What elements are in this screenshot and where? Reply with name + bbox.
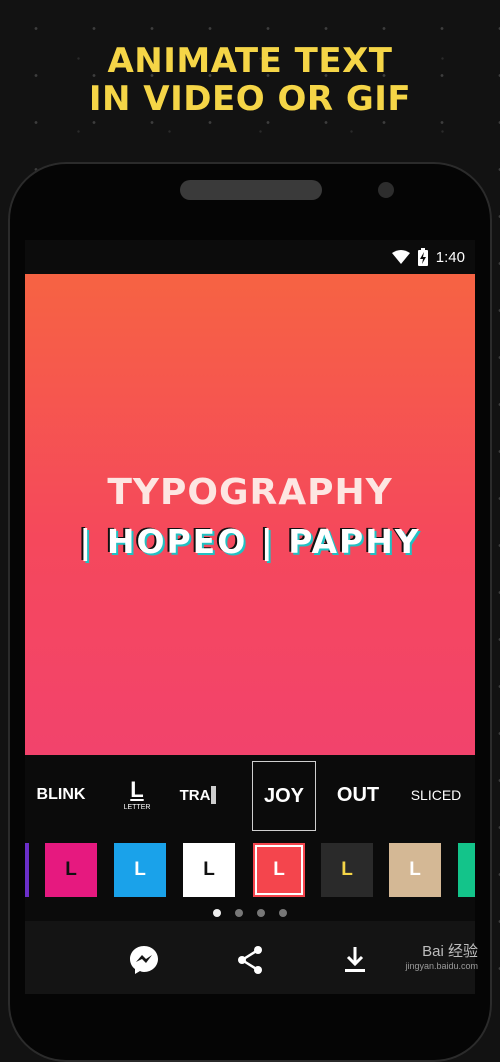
page-dot[interactable] (279, 909, 287, 917)
battery-charging-icon (417, 248, 428, 266)
effect-sublabel: LETTER (123, 804, 151, 811)
style-swatch-selected[interactable]: L (253, 843, 305, 897)
page-dot[interactable] (235, 909, 243, 917)
style-swatch[interactable]: L (389, 843, 441, 897)
swatch-label: L (341, 859, 353, 880)
effect-label: BLINK (36, 786, 86, 803)
page-dot-active[interactable] (213, 909, 221, 917)
style-swatch[interactable] (458, 843, 475, 897)
style-swatches: L L L L L L (25, 835, 475, 907)
effects-strip: BLINK L LETTER TRA JOY OUT SLICED (25, 755, 475, 835)
effect-letter[interactable]: L LETTER (113, 761, 161, 829)
headline-line-2: IN VIDEO OR GIF (88, 79, 412, 119)
page-dot[interactable] (257, 909, 265, 917)
watermark-url: jingyan.baidu.com (405, 961, 478, 971)
style-swatch[interactable] (25, 843, 29, 897)
download-icon[interactable] (338, 943, 372, 977)
phone-speaker (180, 180, 322, 200)
effect-label: L (130, 777, 144, 802)
style-swatch[interactable]: L (183, 843, 235, 897)
preview-title-text: TYPOGRAPHY (107, 472, 393, 513)
phone-camera (378, 182, 394, 198)
effect-blink[interactable]: BLINK (29, 761, 93, 829)
watermark-brand: Bai 经验 (422, 943, 478, 960)
messenger-icon[interactable] (127, 943, 161, 977)
promo-headline: ANIMATE TEXT IN VIDEO OR GIF (0, 42, 500, 118)
wifi-icon (391, 250, 410, 264)
effect-trace[interactable]: TRA (173, 761, 223, 829)
style-swatch[interactable]: L (114, 843, 166, 897)
effect-out[interactable]: OUT (328, 761, 388, 829)
baidu-watermark: Bai 经验 jingyan.baidu.com (405, 940, 478, 971)
preview-canvas[interactable]: TYPOGRAPHY | HOPEO | PAPHY (25, 274, 475, 755)
share-icon[interactable] (233, 943, 267, 977)
status-time: 1:40 (435, 248, 465, 266)
swatch-label: L (409, 859, 421, 880)
effect-label: TRA (179, 786, 211, 804)
swatch-label: L (65, 859, 77, 880)
effect-sliced[interactable]: SLICED (401, 761, 471, 829)
swatch-label: L (273, 859, 285, 880)
style-swatch[interactable]: L (321, 843, 373, 897)
style-swatch[interactable]: L (45, 843, 97, 897)
swatch-label: L (203, 859, 215, 880)
trace-cursor-icon (211, 786, 217, 804)
status-bar: 1:40 (25, 240, 475, 274)
page-indicator (25, 907, 475, 921)
effect-joy[interactable]: JOY (252, 761, 316, 831)
effect-label: SLICED (410, 787, 462, 803)
effect-label: OUT (336, 783, 380, 806)
preview-animated-text: | HOPEO | PAPHY (79, 522, 421, 561)
swatch-label: L (134, 859, 146, 880)
headline-line-1: ANIMATE TEXT (107, 41, 393, 81)
effect-label: JOY (263, 784, 305, 807)
